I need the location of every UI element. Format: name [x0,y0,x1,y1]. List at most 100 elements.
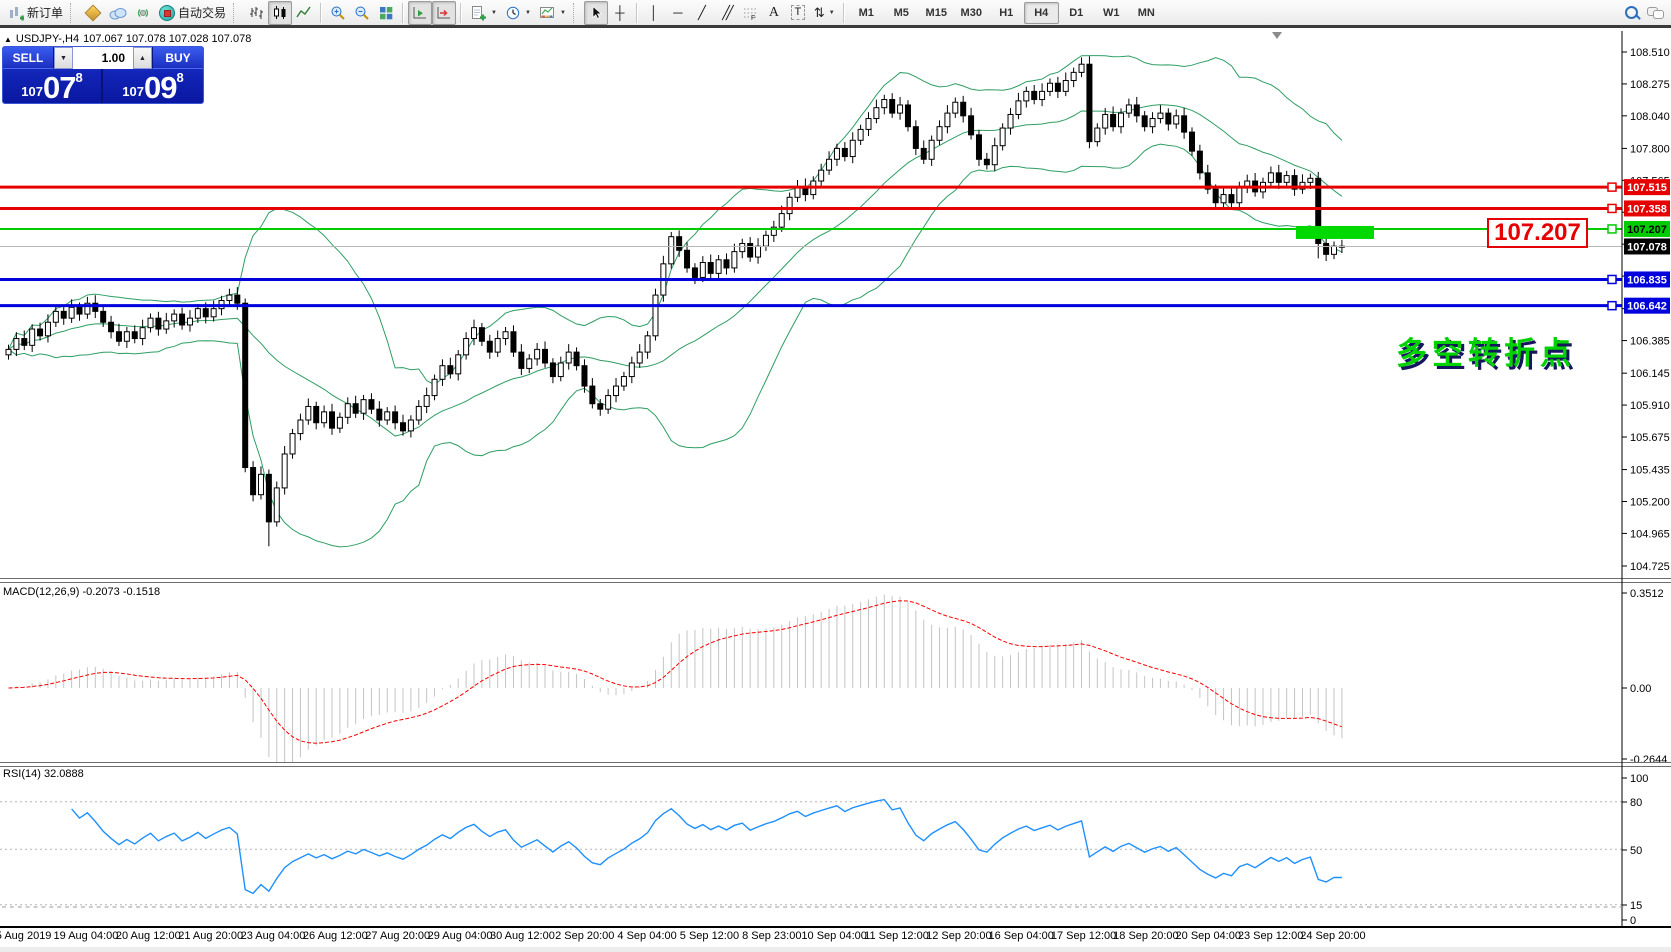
volume-decrease-button[interactable]: ▼ [54,47,73,69]
arrows-tool-icon: ⇅ [814,6,825,19]
mt4-terminal: { "toolbar": { "new_order_label": "新订单",… [0,0,1671,952]
buy-button[interactable]: BUY [152,47,203,69]
time-axis-label: 23 Aug 04:00 [241,930,306,942]
toolbar-separator [460,3,462,23]
candlestick-chart-icon [272,5,288,21]
rsi-indicator-label: RSI(14) 32.0888 [3,768,84,780]
chart-shift-icon [436,5,452,21]
turning-point-annotation[interactable]: 多空转折点 [1396,328,1576,373]
time-axis-label: 20 Aug 12:00 [116,930,181,942]
text-tool-icon: A [769,6,779,19]
zoom-out-button[interactable] [350,1,374,25]
trendline-tool-button[interactable]: ╱ [690,1,714,25]
macd-signal-line [9,601,1342,743]
timeframe-button-m1[interactable]: M1 [849,2,884,24]
text-tool-button[interactable]: A [762,1,786,25]
candlestick-chart-button[interactable] [268,1,292,25]
svg-text:0.3512: 0.3512 [1630,588,1664,600]
svg-text:0: 0 [1630,915,1636,927]
buy-price[interactable]: 107098 [103,69,203,104]
svg-text:104.725: 104.725 [1630,561,1670,573]
auto-scroll-button[interactable] [408,1,432,25]
timeframe-button-w1[interactable]: W1 [1094,2,1129,24]
periods-button[interactable]: ▼ [501,1,535,25]
dropdown-caret-icon: ▼ [525,10,531,16]
bar-chart-button[interactable] [244,1,268,25]
chart-ohlc-values: 107.067 107.078 107.028 107.078 [83,33,251,45]
data-window-button[interactable] [105,1,131,25]
price-callout-box[interactable]: 107.207 [1487,218,1588,248]
chat-icon [1647,7,1663,19]
time-axis-label: 12 Sep 20:00 [926,930,991,942]
crosshair-tool-button[interactable]: ┼ [608,1,632,25]
search-button[interactable] [1619,1,1643,25]
profiles-button[interactable] [81,1,105,25]
sell-button[interactable]: SELL [3,47,54,69]
chart-shift-marker[interactable] [1272,32,1282,39]
chart-title: ▲ USDJPY-,H4 107.067 107.078 107.028 107… [4,33,251,45]
sell-price[interactable]: 107078 [3,69,103,104]
timeframe-button-mn[interactable]: MN [1129,2,1164,24]
timeframe-button-m5[interactable]: M5 [884,2,919,24]
timeframe-button-m30[interactable]: M30 [954,2,989,24]
arrows-tool-button[interactable]: ⇅ ▼ [810,1,839,25]
time-axis[interactable]: 5 Aug 201919 Aug 04:0020 Aug 12:0021 Aug… [0,929,1671,947]
one-click-collapse-arrow[interactable]: ▲ [4,35,12,44]
timeframe-button-d1[interactable]: D1 [1059,2,1094,24]
macd-axis[interactable]: 0.35120.00-0.2644 [1622,588,1667,766]
auto-scroll-icon [412,5,428,21]
horizontal-line-tool-button[interactable]: ─ [666,1,690,25]
timeframe-button-h1[interactable]: H1 [989,2,1024,24]
new-order-button[interactable]: 新订单 [4,1,67,25]
cursor-tool-button[interactable] [584,1,608,25]
time-axis-label: 4 Sep 04:00 [617,930,676,942]
svg-text:105.200: 105.200 [1630,496,1670,508]
zoom-in-button[interactable] [326,1,350,25]
time-axis-label: 24 Sep 20:00 [1300,930,1365,942]
text-label-icon: T [791,5,806,20]
dropdown-caret-icon: ▼ [491,10,497,16]
main-toolbar: 新订单 自动交易 ▼ ▼ [0,0,1671,28]
svg-text:108.510: 108.510 [1630,47,1670,59]
trendline-icon: ╱ [698,6,706,19]
indicators-button[interactable]: ▼ [466,1,501,25]
search-icon [1625,6,1638,19]
svg-text:106.642: 106.642 [1627,301,1667,313]
svg-text:104.965: 104.965 [1630,528,1670,540]
cloud-icon [109,6,127,20]
time-axis-label: 10 Sep 04:00 [801,930,866,942]
rsi-levels [0,802,1622,905]
timeframe-button-m15[interactable]: M15 [919,2,954,24]
rsi-line [72,800,1342,894]
bar-chart-icon [248,5,264,21]
volume-increase-button[interactable]: ▲ [133,47,152,69]
chat-button[interactable] [1643,1,1667,25]
tile-windows-button[interactable] [374,1,398,25]
cursor-icon [588,5,604,21]
volume-input[interactable]: 1.00 [73,47,133,69]
svg-text:107.358: 107.358 [1627,203,1667,215]
vertical-line-tool-button[interactable]: │ [642,1,666,25]
time-axis-label: 5 Sep 12:00 [680,930,739,942]
svg-text:107.078: 107.078 [1627,241,1667,253]
auto-trading-label: 自动交易 [178,4,226,21]
svg-text:108.275: 108.275 [1630,79,1670,91]
timeframe-button-h4[interactable]: H4 [1024,2,1059,24]
svg-text:108.040: 108.040 [1630,111,1670,123]
signal-button[interactable] [131,1,155,25]
svg-text:106.385: 106.385 [1630,336,1670,348]
templates-button[interactable]: ▼ [535,1,570,25]
svg-text:80: 80 [1630,797,1642,809]
chart-canvas: 108.510108.275108.040107.800107.565107.3… [0,0,1671,952]
fibonacci-tool-button[interactable]: F [738,1,762,25]
text-label-tool-button[interactable]: T [786,1,810,25]
rsi-axis[interactable]: 1008050150 [1622,773,1648,927]
line-chart-button[interactable] [292,1,316,25]
svg-text:105.435: 105.435 [1630,465,1670,477]
auto-trading-button[interactable]: 自动交易 [155,1,230,25]
toolbar-drag-handle [233,3,239,23]
chart-shift-button[interactable] [432,1,456,25]
svg-text:105.675: 105.675 [1630,432,1670,444]
channel-tool-button[interactable]: ╱╱ [714,1,738,25]
svg-text:100: 100 [1630,773,1648,785]
